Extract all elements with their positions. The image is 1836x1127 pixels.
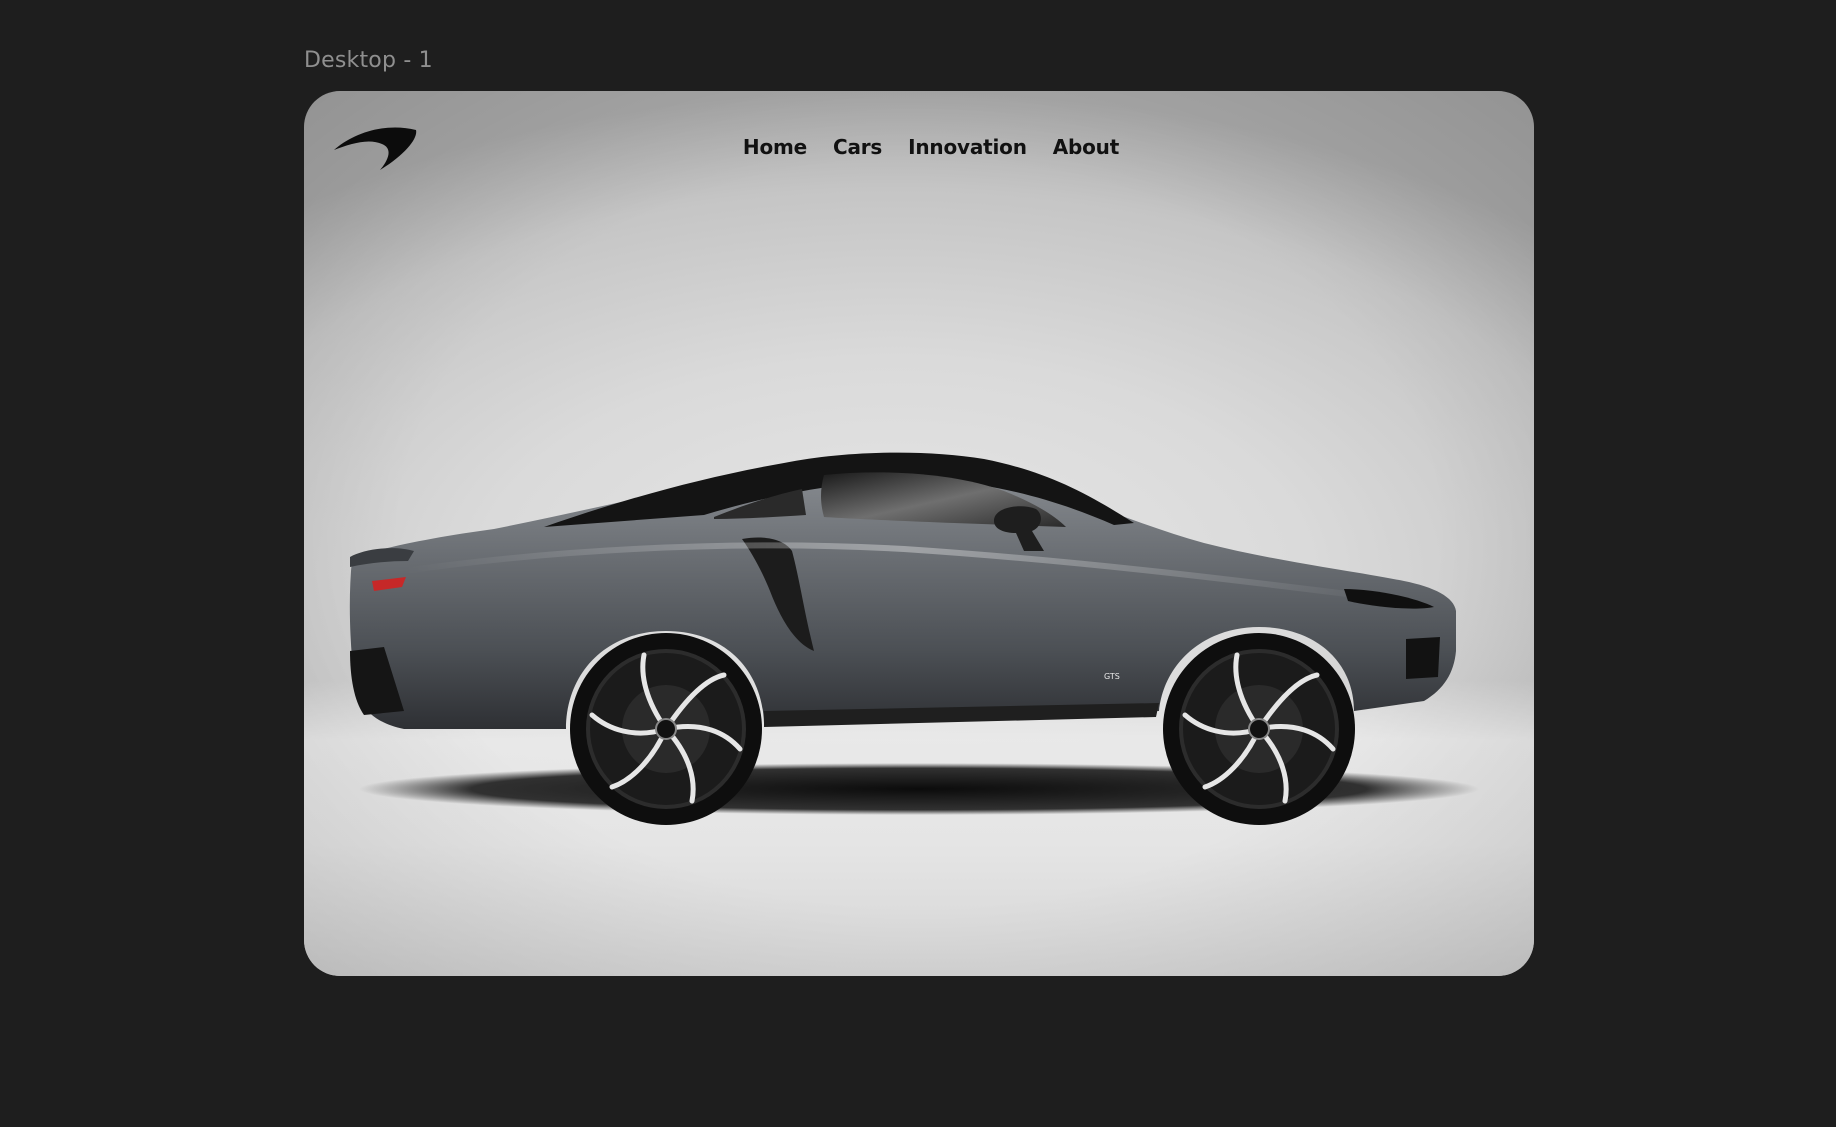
car-front-intake [1406,637,1440,679]
nav-cars[interactable]: Cars [833,135,882,159]
rear-wheel [570,633,762,825]
frame-label[interactable]: Desktop - 1 [304,48,433,73]
nav-about[interactable]: About [1053,135,1120,159]
hero-car-image: GTS [349,452,1479,825]
desktop-frame[interactable]: Home Cars Innovation About GTS [304,91,1534,976]
car-badge: GTS [1104,672,1120,681]
nav-home[interactable]: Home [743,135,807,159]
main-nav: Home Cars Innovation About [304,135,1534,159]
nav-innovation[interactable]: Innovation [908,135,1027,159]
front-wheel [1163,633,1355,825]
design-canvas: Desktop - 1 Home Cars Innovation About G… [0,0,1836,1127]
